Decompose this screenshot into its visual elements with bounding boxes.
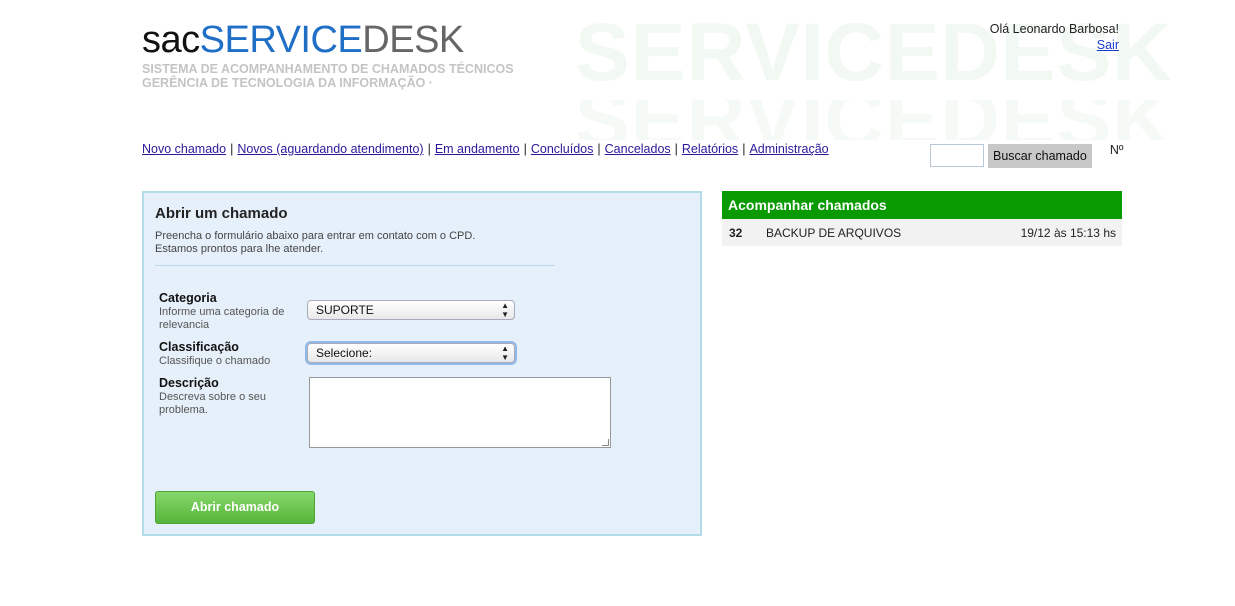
user-box: Olá Leonardo Barbosa! Sair bbox=[990, 22, 1119, 52]
header-watermark-echo: SERVICEDESK bbox=[575, 100, 1172, 140]
nav-separator: | bbox=[742, 142, 746, 156]
ticket-number: 32 bbox=[729, 226, 743, 240]
resize-handle-icon[interactable] bbox=[602, 439, 609, 446]
panel-description-line-2: Estamos prontos para lhe atender. bbox=[155, 243, 324, 255]
nav-separator: | bbox=[523, 142, 527, 156]
tracking-title: Acompanhar chamados bbox=[722, 191, 1122, 219]
logo-wordmark: sacSERVICEDESK bbox=[142, 18, 514, 62]
classificacao-select[interactable]: Selecione: ▲ ▼ bbox=[307, 343, 515, 363]
nav-separator: | bbox=[230, 142, 234, 156]
nav-administracao[interactable]: Administração bbox=[749, 142, 828, 156]
ticket-date: 19/12 às 15:13 hs bbox=[1020, 226, 1116, 240]
descricao-textarea[interactable] bbox=[309, 377, 611, 448]
nav-em-andamento[interactable]: Em andamento bbox=[435, 142, 520, 156]
descricao-label: Descrição bbox=[159, 376, 219, 390]
open-ticket-button[interactable]: Abrir chamado bbox=[155, 491, 315, 524]
nav-cancelados[interactable]: Cancelados bbox=[605, 142, 671, 156]
ticket-row[interactable]: 32 BACKUP DE ARQUIVOS 19/12 às 15:13 hs bbox=[722, 219, 1122, 246]
logo-service: SERVICE bbox=[199, 19, 363, 61]
nav-novo-chamado[interactable]: Novo chamado bbox=[142, 142, 226, 156]
nav-separator: | bbox=[674, 142, 678, 156]
nav-separator: | bbox=[427, 142, 431, 156]
categoria-select[interactable]: SUPORTE ▲ ▼ bbox=[307, 300, 515, 320]
panel-description-line-1: Preencha o formulário abaixo para entrar… bbox=[155, 230, 476, 242]
nav-novos[interactable]: Novos (aguardando atendimento) bbox=[237, 142, 423, 156]
categoria-label: Categoria bbox=[159, 291, 217, 305]
search-input[interactable] bbox=[930, 144, 984, 167]
logo-sac: sac bbox=[142, 19, 200, 61]
classificacao-help: Classifique o chamado bbox=[159, 355, 271, 367]
logo-desk: DESK bbox=[362, 19, 464, 61]
user-greeting: Olá Leonardo Barbosa! bbox=[989, 22, 1119, 36]
tracking-panel: Acompanhar chamados 32 BACKUP DE ARQUIVO… bbox=[722, 191, 1122, 246]
classificacao-label: Classificação bbox=[159, 340, 239, 354]
categoria-selected-value: SUPORTE bbox=[316, 303, 374, 317]
panel-divider bbox=[155, 265, 555, 266]
nav-relatorios[interactable]: Relatórios bbox=[682, 142, 738, 156]
search-number-label: Nº bbox=[1109, 143, 1124, 157]
nav-concluidos[interactable]: Concluídos bbox=[531, 142, 594, 156]
select-arrows-icon: ▲ ▼ bbox=[501, 301, 509, 319]
main-nav: Novo chamado | Novos (aguardando atendimen… bbox=[142, 142, 829, 156]
logo-subtitle-2: GERÊNCIA DE TECNOLOGIA DA INFORMAÇÃO · bbox=[142, 76, 433, 90]
nav-separator: | bbox=[597, 142, 601, 156]
panel-title: Abrir um chamado bbox=[155, 205, 288, 222]
search-button[interactable]: Buscar chamado bbox=[988, 144, 1092, 168]
open-ticket-panel: Abrir um chamado Preencha o formulário a… bbox=[142, 191, 702, 536]
logo-subtitle-1: SISTEMA DE ACOMPANHAMENTO DE CHAMADOS TÉ… bbox=[142, 62, 514, 76]
search-bar: Buscar chamado Nº bbox=[930, 143, 1124, 168]
logout-link[interactable]: Sair bbox=[990, 38, 1119, 52]
select-arrows-icon: ▲ ▼ bbox=[501, 344, 509, 362]
descricao-help: Descreva sobre o seu problema. bbox=[159, 391, 266, 416]
panel-description: Preencha o formulário abaixo para entrar… bbox=[155, 230, 475, 256]
logo: sacSERVICEDESK SISTEMA DE ACOMPANHAMENTO… bbox=[142, 18, 514, 90]
classificacao-selected-value: Selecione: bbox=[316, 346, 373, 360]
ticket-title: BACKUP DE ARQUIVOS bbox=[766, 226, 902, 240]
categoria-help: Informe uma categoria de relevancia bbox=[159, 306, 285, 331]
